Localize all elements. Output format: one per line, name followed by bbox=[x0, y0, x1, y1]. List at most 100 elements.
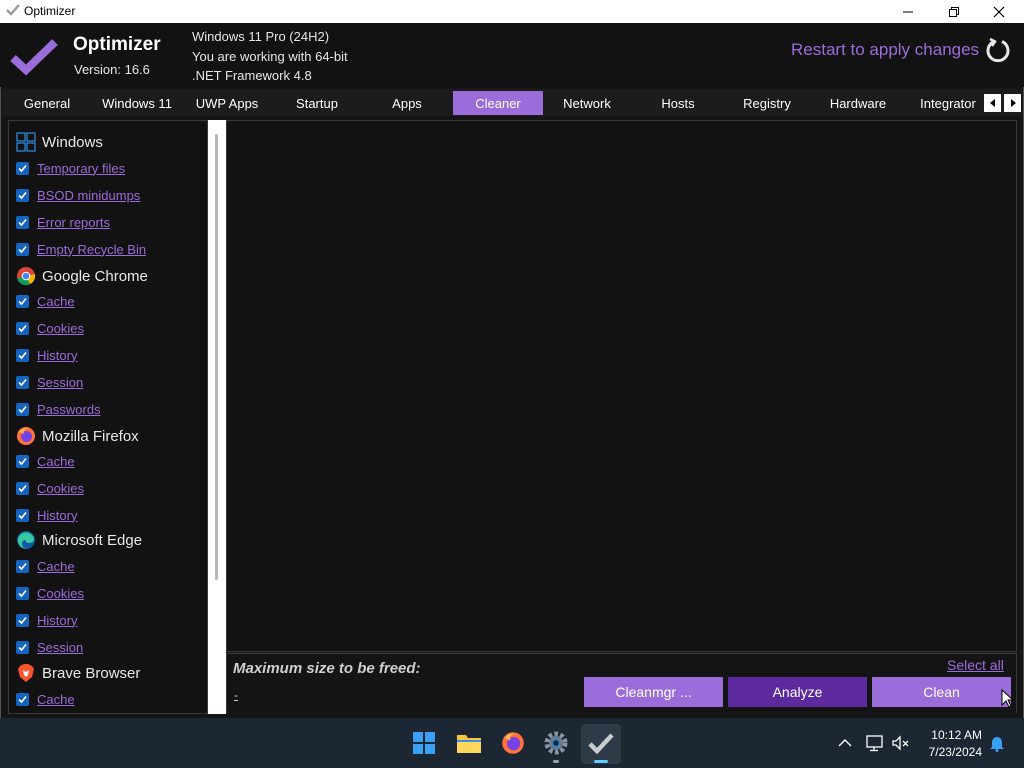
option-edge-session[interactable]: Session bbox=[16, 639, 83, 655]
checkbox-checked[interactable] bbox=[16, 454, 29, 468]
option-chrome-history[interactable]: History bbox=[16, 347, 77, 363]
checkbox-checked[interactable] bbox=[16, 481, 29, 495]
option-label[interactable]: History bbox=[37, 613, 77, 628]
tab-scroll-left-button[interactable] bbox=[984, 94, 1001, 112]
check-icon bbox=[18, 616, 27, 624]
option-chrome-cache[interactable]: Cache bbox=[16, 293, 75, 309]
taskbar-optimizer[interactable] bbox=[585, 727, 617, 759]
option-label[interactable]: Cache bbox=[37, 454, 75, 469]
optimizer-active-indicator bbox=[594, 760, 608, 763]
taskbar-firefox[interactable] bbox=[497, 727, 529, 759]
tab-scroll-right-button[interactable] bbox=[1004, 94, 1021, 112]
clock-time[interactable]: 10:12 AM bbox=[910, 728, 982, 742]
option-firefox-cookies[interactable]: Cookies bbox=[16, 480, 84, 496]
caret-left-icon bbox=[989, 99, 995, 107]
select-all-link[interactable]: Select all bbox=[947, 657, 1004, 673]
option-label[interactable]: Passwords bbox=[37, 402, 101, 417]
analyze-button[interactable]: Analyze bbox=[728, 677, 867, 707]
restart-icon[interactable] bbox=[984, 37, 1012, 65]
tab-hosts[interactable]: Hosts bbox=[650, 91, 706, 115]
checkbox-checked[interactable] bbox=[16, 586, 29, 600]
app-version: Version: 16.6 bbox=[74, 62, 150, 77]
tab-hardware[interactable]: Hardware bbox=[822, 91, 894, 115]
option-error-reports[interactable]: Error reports bbox=[16, 214, 110, 230]
option-brave-cache[interactable]: Cache bbox=[16, 691, 75, 707]
options-scrollbar-thumb[interactable] bbox=[215, 134, 218, 580]
tab-cleaner[interactable]: Cleaner bbox=[453, 91, 543, 115]
option-empty-recycle-bin[interactable]: Empty Recycle Bin bbox=[16, 241, 146, 257]
option-label[interactable]: Cache bbox=[37, 559, 75, 574]
option-label[interactable]: Cookies bbox=[37, 481, 84, 496]
option-chrome-cookies[interactable]: Cookies bbox=[16, 320, 84, 336]
clock-date[interactable]: 7/23/2024 bbox=[910, 745, 982, 759]
checkbox-checked[interactable] bbox=[16, 321, 29, 335]
option-label[interactable]: History bbox=[37, 508, 77, 523]
option-edge-history[interactable]: History bbox=[16, 612, 77, 628]
edge-icon bbox=[17, 531, 35, 550]
option-chrome-passwords[interactable]: Passwords bbox=[16, 401, 101, 417]
option-chrome-session[interactable]: Session bbox=[16, 374, 83, 390]
option-label[interactable]: Temporary files bbox=[37, 161, 125, 176]
checkbox-checked[interactable] bbox=[16, 294, 29, 308]
app-check-icon bbox=[6, 4, 20, 16]
checkbox-checked[interactable] bbox=[16, 508, 29, 522]
notifications-button[interactable] bbox=[981, 727, 1013, 759]
checkbox-checked[interactable] bbox=[16, 161, 29, 175]
option-edge-cookies[interactable]: Cookies bbox=[16, 585, 84, 601]
group-label: Brave Browser bbox=[42, 664, 141, 682]
checkbox-checked[interactable] bbox=[16, 242, 29, 256]
show-hidden-icons-button[interactable] bbox=[829, 727, 861, 759]
option-edge-cache[interactable]: Cache bbox=[16, 558, 75, 574]
optimizer-check-icon bbox=[588, 733, 614, 754]
checkbox-checked[interactable] bbox=[16, 692, 29, 706]
check-icon bbox=[18, 457, 27, 465]
restart-link[interactable]: Restart to apply changes bbox=[791, 40, 979, 60]
tab-registry[interactable]: Registry bbox=[735, 91, 799, 115]
option-label[interactable]: History bbox=[37, 348, 77, 363]
start-button[interactable] bbox=[408, 727, 440, 759]
option-label[interactable]: Empty Recycle Bin bbox=[37, 242, 146, 257]
tab-general[interactable]: General bbox=[16, 91, 78, 115]
checkbox-checked[interactable] bbox=[16, 640, 29, 654]
checkbox-checked[interactable] bbox=[16, 402, 29, 416]
group-google-chrome: Google Chrome bbox=[16, 266, 148, 286]
group-label: Microsoft Edge bbox=[42, 531, 143, 549]
framework-info: .NET Framework 4.8 bbox=[192, 68, 312, 83]
tab-network[interactable]: Network bbox=[552, 91, 622, 115]
check-icon bbox=[18, 378, 27, 386]
close-button[interactable] bbox=[976, 0, 1022, 23]
option-label[interactable]: Cookies bbox=[37, 586, 84, 601]
checkbox-checked[interactable] bbox=[16, 188, 29, 202]
tab-uwp-apps[interactable]: UWP Apps bbox=[188, 91, 266, 115]
tab-apps[interactable]: Apps bbox=[376, 91, 438, 115]
option-firefox-history[interactable]: History bbox=[16, 507, 77, 523]
cleanmgr-button[interactable]: Cleanmgr ... bbox=[584, 677, 723, 707]
taskbar-file-explorer[interactable] bbox=[453, 727, 485, 759]
app-name: Optimizer bbox=[73, 34, 161, 55]
option-label[interactable]: Error reports bbox=[37, 215, 110, 230]
option-label[interactable]: Cookies bbox=[37, 321, 84, 336]
taskbar-settings[interactable] bbox=[540, 727, 572, 759]
checkbox-checked[interactable] bbox=[16, 613, 29, 627]
checkbox-checked[interactable] bbox=[16, 375, 29, 389]
option-label[interactable]: Cache bbox=[37, 294, 75, 309]
checkbox-checked[interactable] bbox=[16, 348, 29, 362]
option-bsod-minidumps[interactable]: BSOD minidumps bbox=[16, 187, 140, 203]
option-temporary-files[interactable]: Temporary files bbox=[16, 160, 125, 176]
option-label[interactable]: Session bbox=[37, 640, 83, 655]
option-firefox-cache[interactable]: Cache bbox=[16, 453, 75, 469]
tab-windows-11[interactable]: Windows 11 bbox=[96, 91, 178, 115]
option-label[interactable]: Session bbox=[37, 375, 83, 390]
checkbox-checked[interactable] bbox=[16, 559, 29, 573]
bell-icon bbox=[990, 737, 1004, 752]
restore-button[interactable] bbox=[931, 0, 977, 23]
group-label: Google Chrome bbox=[42, 267, 148, 285]
clean-button[interactable]: Clean bbox=[872, 677, 1011, 707]
tab-startup[interactable]: Startup bbox=[284, 91, 350, 115]
option-label[interactable]: Cache bbox=[37, 692, 75, 707]
max-size-value: - bbox=[234, 688, 238, 702]
checkbox-checked[interactable] bbox=[16, 215, 29, 229]
option-label[interactable]: BSOD minidumps bbox=[37, 188, 140, 203]
minimize-button[interactable] bbox=[885, 0, 931, 23]
tab-integrator[interactable]: Integrator bbox=[912, 91, 984, 115]
